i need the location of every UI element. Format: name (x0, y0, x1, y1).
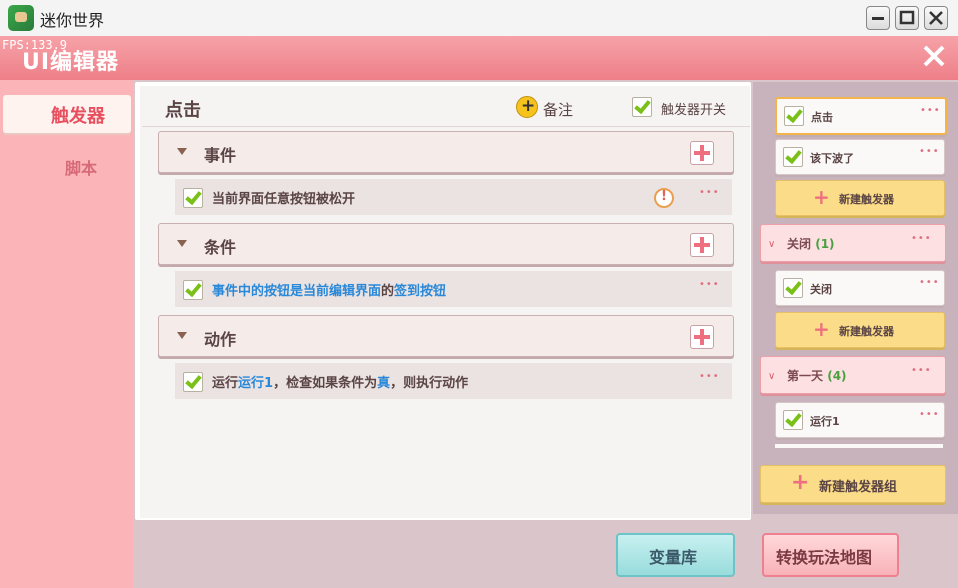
more-options-icon[interactable] (911, 365, 932, 378)
minimize-icon (872, 17, 884, 20)
more-options-icon[interactable] (920, 105, 941, 118)
collapse-triangle-icon[interactable] (177, 332, 187, 339)
trigger-card[interactable]: 运行1 (775, 402, 945, 438)
editor-header (0, 36, 958, 82)
more-options-icon[interactable] (699, 187, 720, 200)
condition-text: 事件中的按钮是当前编辑界面的签到按钮 (212, 284, 447, 299)
window-title: 迷你世界 (40, 11, 105, 30)
trigger-group-header[interactable]: ∨ 关闭 (1) (760, 224, 946, 262)
convert-map-button[interactable]: 转换玩法地图 (762, 533, 899, 577)
more-options-icon[interactable] (911, 233, 932, 246)
section-events[interactable]: 事件 (158, 131, 734, 173)
section-label: 事件 (204, 146, 237, 165)
add-event-button[interactable] (690, 141, 714, 165)
close-icon (923, 45, 945, 67)
maximize-icon (899, 10, 915, 25)
fps-counter: FPS:133.9 (2, 38, 68, 52)
maximize-button[interactable] (895, 6, 919, 30)
sidebar-item-scripts[interactable]: 脚本 (65, 155, 97, 179)
sidebar-item-label: 触发器 (51, 106, 105, 127)
note-button[interactable]: 备注 (543, 99, 573, 120)
add-note-icon[interactable] (516, 96, 538, 118)
checkmark-icon (632, 97, 652, 117)
more-options-icon[interactable] (919, 277, 940, 290)
action-text: 运行运行1，检查如果条件为真，则执行动作 (212, 376, 469, 391)
close-icon (929, 11, 943, 25)
more-options-icon[interactable] (919, 409, 940, 422)
trigger-card-partial (775, 444, 943, 448)
plus-icon (694, 329, 710, 345)
warning-icon[interactable] (654, 188, 674, 208)
collapse-triangle-icon[interactable] (177, 148, 187, 155)
more-options-icon[interactable] (919, 146, 940, 159)
section-conditions[interactable]: 条件 (158, 223, 734, 265)
plus-icon (694, 145, 710, 161)
checkmark-icon[interactable] (783, 410, 803, 430)
new-trigger-button[interactable]: + 新建触发器 (775, 180, 945, 216)
new-trigger-button[interactable]: + 新建触发器 (775, 312, 945, 348)
section-label: 动作 (204, 330, 237, 349)
plus-icon: + (813, 317, 830, 341)
window-close-button[interactable] (924, 6, 948, 30)
more-options-icon[interactable] (699, 371, 720, 384)
add-condition-button[interactable] (690, 233, 714, 257)
editor-close-button[interactable] (922, 44, 946, 72)
event-text: 当前界面任意按钮被松开 (212, 192, 356, 207)
add-action-button[interactable] (690, 325, 714, 349)
event-row[interactable]: 当前界面任意按钮被松开 (175, 179, 732, 215)
trigger-card[interactable]: 关闭 (775, 270, 945, 306)
plus-icon: + (791, 470, 810, 495)
checkmark-icon[interactable] (783, 147, 803, 167)
checkmark-icon[interactable] (183, 372, 203, 392)
minimize-button[interactable] (866, 6, 890, 30)
new-trigger-group-button[interactable]: + 新建触发器组 (760, 465, 946, 503)
trigger-group-header[interactable]: ∨ 第一天 (4) (760, 356, 946, 394)
chevron-down-icon[interactable]: ∨ (768, 239, 775, 250)
section-label: 条件 (204, 238, 237, 257)
checkmark-icon[interactable] (783, 278, 803, 298)
variables-button[interactable]: 变量库 (616, 533, 735, 577)
trigger-name: 点击 (165, 100, 201, 121)
window-titlebar (0, 0, 958, 37)
more-options-icon[interactable] (699, 279, 720, 292)
checkmark-icon[interactable] (183, 188, 203, 208)
chevron-down-icon[interactable]: ∨ (768, 371, 775, 382)
trigger-card[interactable]: 该下波了 (775, 139, 945, 175)
plus-icon (694, 237, 710, 253)
sidebar-item-triggers[interactable]: 触发器 (3, 95, 131, 133)
checkmark-icon[interactable] (183, 280, 203, 300)
action-row[interactable]: 运行运行1，检查如果条件为真，则执行动作 (175, 363, 732, 399)
trigger-switch-label: 触发器开关 (661, 103, 727, 118)
divider (142, 126, 750, 127)
trigger-card[interactable]: 点击 (775, 97, 947, 135)
section-actions[interactable]: 动作 (158, 315, 734, 357)
checkmark-icon[interactable] (784, 106, 804, 126)
collapse-triangle-icon[interactable] (177, 240, 187, 247)
condition-row[interactable]: 事件中的按钮是当前编辑界面的签到按钮 (175, 271, 732, 307)
app-icon (8, 5, 34, 31)
plus-icon: + (813, 185, 830, 209)
